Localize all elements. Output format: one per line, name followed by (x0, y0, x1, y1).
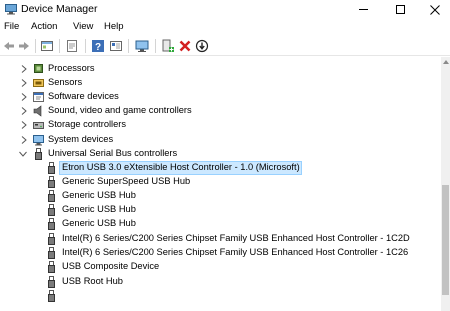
usb-device-icon (48, 218, 55, 230)
tree-item-usb-controllers[interactable]: Universal Serial Bus controllers (0, 147, 441, 161)
chevron-down-icon[interactable] (19, 149, 27, 159)
usb-device-icon (48, 290, 55, 302)
back-arrow-icon[interactable] (2, 39, 16, 53)
menu-help[interactable]: Help (104, 21, 124, 32)
maximize-icon (395, 5, 405, 14)
tree-item-label: Generic USB Hub (62, 190, 136, 200)
storage-controller-icon (33, 122, 44, 129)
usb-device-generic-hub[interactable]: Generic USB Hub (0, 189, 441, 203)
maximize-button[interactable] (383, 0, 417, 19)
uninstall-device-icon[interactable] (178, 39, 192, 53)
chevron-right-icon[interactable] (20, 78, 28, 88)
device-tree: Processors Sensors Software devices Soun… (0, 57, 441, 311)
usb-device-generic-hub[interactable]: Generic USB Hub (0, 217, 441, 231)
tree-item-label: USB Root Hub (62, 276, 123, 286)
tree-item-label: Intel(R) 6 Series/C200 Series Chipset Fa… (62, 233, 410, 243)
tree-item-label: Generic USB Hub (62, 218, 136, 228)
tree-item-label: Etron USB 3.0 eXtensible Host Controller… (62, 162, 300, 172)
help-icon[interactable]: ? (91, 39, 105, 53)
chevron-right-icon[interactable] (20, 106, 28, 116)
svg-text:?: ? (95, 42, 101, 53)
chevron-right-icon[interactable] (20, 120, 28, 130)
usb-device-icon (48, 276, 55, 288)
show-hidden-icon[interactable] (65, 39, 79, 53)
tree-item-label: System devices (48, 134, 114, 144)
tree-item-label: Sound, video and game controllers (48, 105, 192, 115)
tree-item-sensors[interactable]: Sensors (0, 76, 441, 90)
speaker-icon (33, 105, 42, 117)
usb-device-generic-superspeed-hub[interactable]: Generic SuperSpeed USB Hub (0, 175, 441, 189)
close-icon (430, 4, 440, 15)
chevron-right-icon[interactable] (20, 135, 28, 145)
tree-item-label: Processors (48, 63, 95, 73)
sensor-icon (33, 79, 44, 87)
toolbar-separator (85, 39, 86, 53)
tree-item-system-devices[interactable]: System devices (0, 133, 441, 147)
toolbar-separator (35, 39, 36, 53)
disable-device-icon[interactable] (195, 39, 209, 53)
usb-device-icon (48, 162, 55, 174)
minimize-icon (358, 9, 368, 10)
window-title: Device Manager (21, 3, 98, 15)
title-bar: Device Manager (0, 0, 450, 19)
usb-device-icon (48, 204, 55, 216)
toolbar-separator (59, 39, 60, 53)
toolbar-separator (128, 39, 129, 53)
usb-device-icon (48, 247, 55, 259)
menu-bar: File Action View Help (0, 19, 450, 36)
menu-action[interactable]: Action (31, 21, 57, 32)
usb-device-root-hub[interactable]: USB Root Hub (0, 275, 441, 289)
tree-item-label: Intel(R) 6 Series/C200 Series Chipset Fa… (62, 247, 409, 257)
tree-item-storage-controllers[interactable]: Storage controllers (0, 118, 441, 132)
menu-view[interactable]: View (73, 21, 93, 32)
tree-item-label: Universal Serial Bus controllers (48, 148, 178, 158)
usb-device-etron-host-controller[interactable]: Etron USB 3.0 eXtensible Host Controller… (0, 161, 441, 175)
scrollbar-thumb[interactable] (442, 185, 449, 295)
close-button[interactable] (418, 0, 450, 19)
tree-item-label: Sensors (48, 77, 83, 87)
usb-device-composite-device[interactable]: USB Composite Device (0, 260, 441, 274)
menu-file[interactable]: File (4, 21, 19, 32)
chevron-right-icon[interactable] (20, 92, 28, 102)
scroll-up-icon[interactable] (443, 60, 449, 64)
update-driver-icon[interactable] (161, 39, 175, 53)
minimize-button[interactable] (346, 0, 380, 19)
tree-item-label: Software devices (48, 91, 119, 101)
tree-item-sound-video-game-controllers[interactable]: Sound, video and game controllers (0, 104, 441, 118)
chevron-right-icon[interactable] (20, 64, 28, 74)
processor-icon (34, 64, 43, 73)
usb-device-icon (48, 176, 55, 188)
usb-device-generic-hub[interactable]: Generic USB Hub (0, 203, 441, 217)
toolbar: ? (0, 36, 450, 56)
usb-device-icon (48, 233, 55, 245)
usb-device-partial[interactable] (0, 289, 441, 303)
usb-device-intel-host-controller-1c26[interactable]: Intel(R) 6 Series/C200 Series Chipset Fa… (0, 246, 441, 260)
tree-item-label: Generic USB Hub (62, 204, 136, 214)
vertical-scrollbar[interactable] (441, 57, 450, 311)
tree-item-label: Generic SuperSpeed USB Hub (62, 176, 191, 186)
tree-item-label: USB Composite Device (62, 261, 160, 271)
forward-arrow-icon[interactable] (17, 39, 31, 53)
toolbar-separator (155, 39, 156, 53)
properties-view-icon[interactable] (40, 39, 54, 53)
resources-view-icon[interactable] (109, 39, 123, 53)
scan-hardware-icon[interactable] (135, 39, 149, 53)
tree-item-label: Storage controllers (48, 119, 127, 129)
usb-device-intel-host-controller-1c2d[interactable]: Intel(R) 6 Series/C200 Series Chipset Fa… (0, 232, 441, 246)
device-manager-icon (5, 4, 17, 15)
system-device-icon (33, 135, 44, 146)
usb-device-icon (48, 190, 55, 202)
tree-item-processors[interactable]: Processors (0, 62, 441, 76)
tree-item-software-devices[interactable]: Software devices (0, 90, 441, 104)
software-device-icon (33, 92, 44, 102)
usb-icon (35, 148, 42, 160)
usb-device-icon (48, 261, 55, 273)
